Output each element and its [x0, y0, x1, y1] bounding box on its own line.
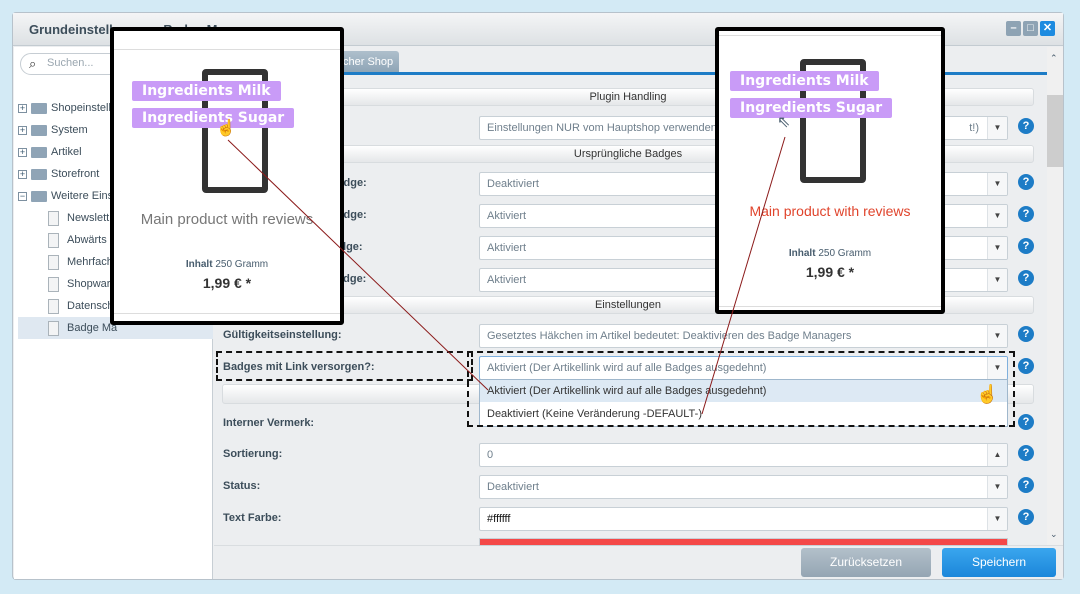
connector-line-activated — [227, 139, 489, 391]
connector-line-deactivated — [701, 136, 786, 415]
connector-lines — [227, 136, 786, 415]
